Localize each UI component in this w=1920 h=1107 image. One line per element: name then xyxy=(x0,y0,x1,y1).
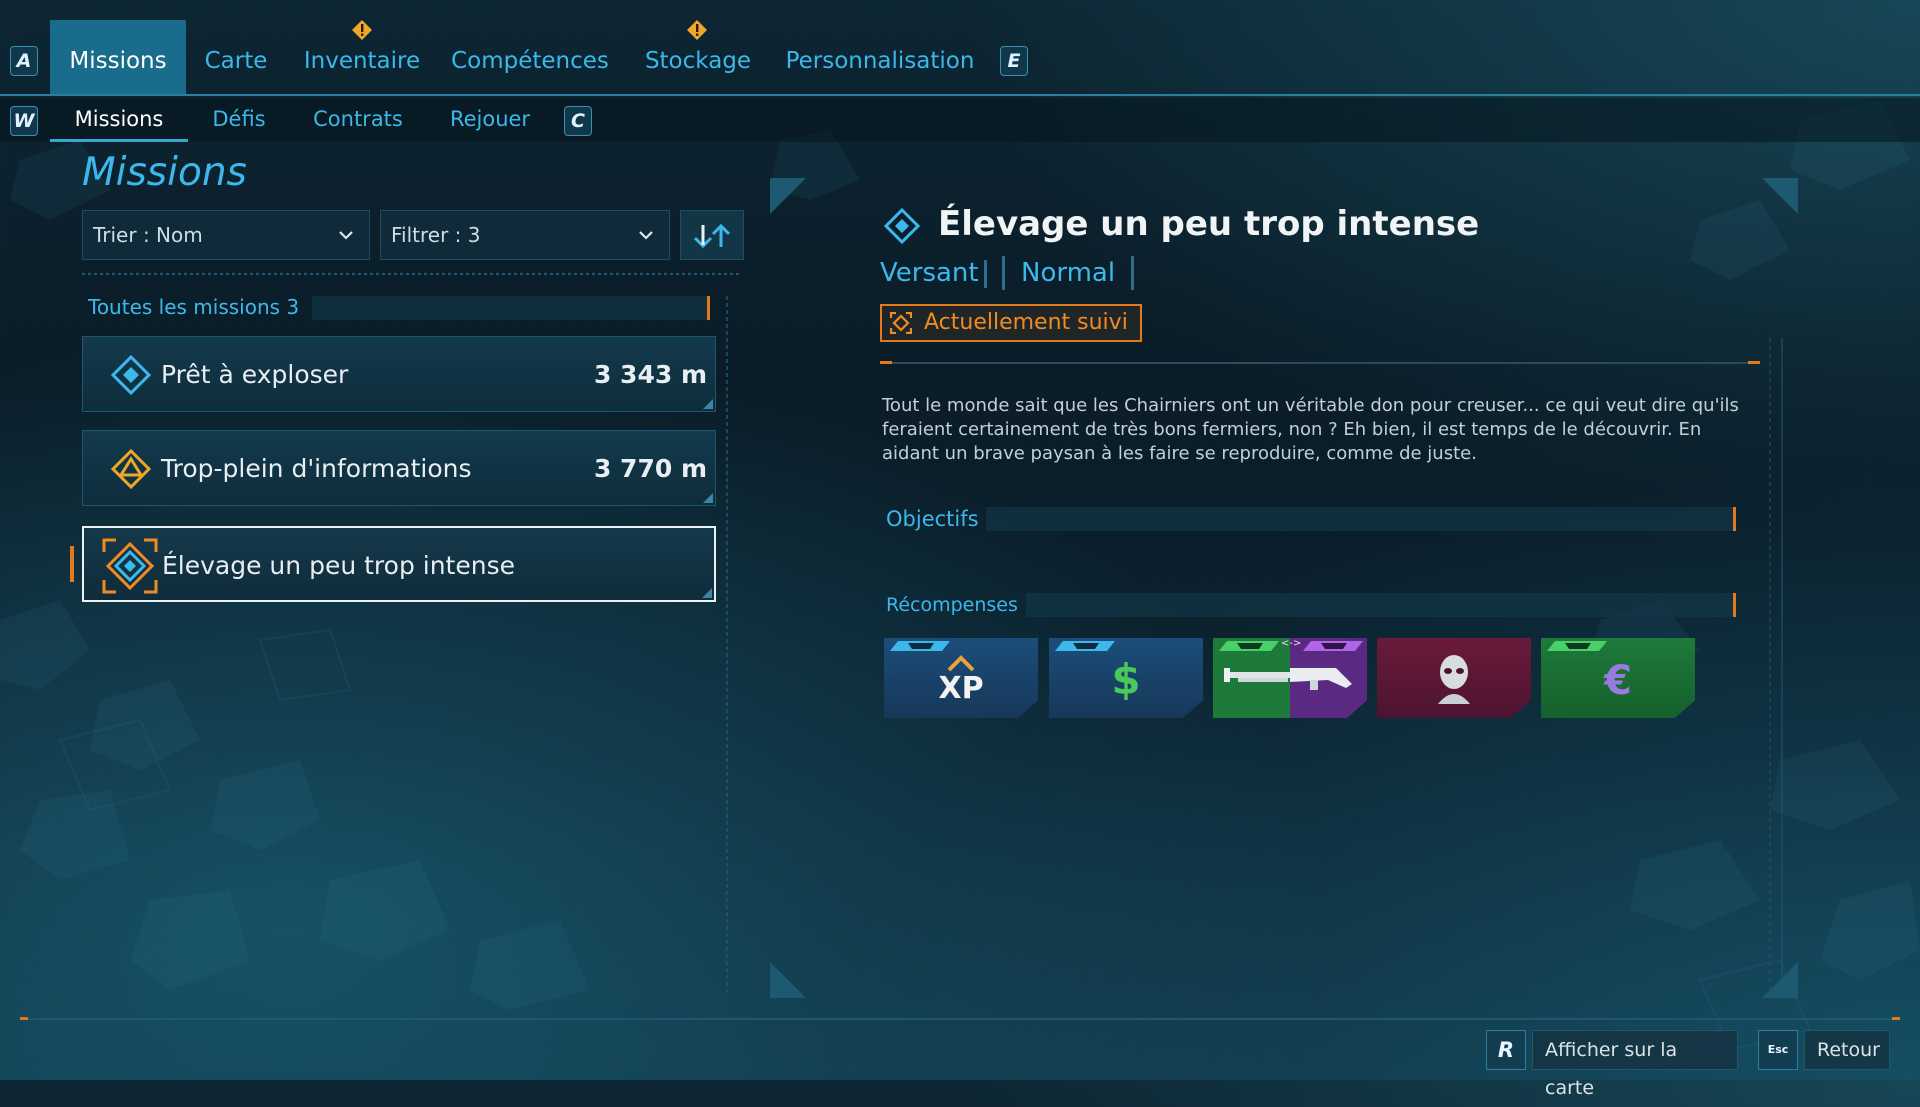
subtab-defis[interactable]: Défis xyxy=(204,98,274,142)
mission-title: Élevage un peu trop intense xyxy=(938,204,1480,244)
reward-weapon[interactable]: <-> xyxy=(1213,638,1367,718)
shotgun-icon xyxy=(1224,668,1352,690)
mission-distance: 3 770 m xyxy=(593,454,707,483)
filter-label: Filtrer : 3 xyxy=(391,223,481,247)
reward-xp[interactable]: XP xyxy=(884,638,1038,718)
objectives-label: Objectifs xyxy=(886,507,979,531)
mission-name: Élevage un peu trop intense xyxy=(162,551,515,580)
sub-navigation xyxy=(0,98,1920,142)
sort-dropdown[interactable]: Trier : Nom xyxy=(82,210,370,260)
escape-key[interactable]: Esc xyxy=(1758,1030,1798,1070)
tab-personnalisation[interactable]: Personnalisation xyxy=(780,20,980,94)
svg-text:XP: XP xyxy=(938,671,983,706)
filter-dropdown[interactable]: Filtrer : 3 xyxy=(380,210,670,260)
mission-item[interactable]: Trop-plein d'informations 3 770 m xyxy=(82,430,716,506)
meta-divider xyxy=(984,260,987,288)
mission-name: Prêt à exploser xyxy=(161,360,349,389)
tracked-label: Actuellement suivi xyxy=(924,310,1128,335)
rewards-label: Récompenses xyxy=(886,594,1018,616)
tracked-badge[interactable]: Actuellement suivi xyxy=(880,304,1142,342)
rewards-header[interactable]: Récompenses xyxy=(880,592,1736,618)
sort-order-button[interactable] xyxy=(680,210,744,260)
mission-zone: Versant xyxy=(880,258,979,288)
chevron-down-icon xyxy=(639,231,653,240)
xp-icon: XP xyxy=(938,655,984,706)
main-mission-icon xyxy=(111,449,151,489)
rewards-bar xyxy=(1026,593,1736,617)
tab-competences[interactable]: Compétences xyxy=(448,20,612,94)
storage-alert-icon xyxy=(687,20,707,40)
detail-frame xyxy=(770,178,1798,998)
sort-label: Trier : Nom xyxy=(93,223,203,247)
tracked-mission-icon xyxy=(102,538,158,594)
objectives-header[interactable]: Objectifs xyxy=(880,506,1736,532)
side-mission-icon xyxy=(111,355,151,395)
mission-name: Trop-plein d'informations xyxy=(161,454,472,483)
head-icon xyxy=(1438,655,1470,704)
tab-carte[interactable]: Carte xyxy=(196,20,276,94)
sort-arrows-icon xyxy=(693,223,731,249)
footer-divider xyxy=(20,1017,1900,1020)
corner-mark-icon xyxy=(703,493,713,503)
show-on-map-button[interactable]: Afficher sur la carte xyxy=(1532,1030,1738,1099)
tab-missions[interactable]: Missions xyxy=(50,20,186,94)
mission-distance: 3 343 m xyxy=(593,360,707,389)
list-scrollbar[interactable] xyxy=(722,296,732,996)
next-tab-key[interactable]: E xyxy=(1000,46,1028,76)
objectives-bar xyxy=(986,507,1736,531)
selection-marker xyxy=(70,546,74,582)
mission-group-header[interactable]: Toutes les missions 3 xyxy=(82,294,714,320)
svg-text:€: € xyxy=(1603,658,1632,704)
reward-eridium[interactable]: € xyxy=(1541,638,1695,718)
side-mission-icon xyxy=(884,208,920,244)
page-title: Missions xyxy=(82,150,247,195)
prev-subtab-key[interactable]: W xyxy=(10,106,38,136)
mission-description: Tout le monde sait que les Chairniers on… xyxy=(882,395,1739,464)
corner-mark-icon xyxy=(702,588,712,598)
mission-difficulty: Normal xyxy=(1002,256,1135,290)
top-nav-divider xyxy=(0,94,1920,96)
reward-cosmetic-head[interactable] xyxy=(1377,638,1531,718)
detail-divider xyxy=(880,361,1760,364)
tracking-icon xyxy=(890,312,912,334)
corner-mark-icon xyxy=(703,399,713,409)
prev-tab-key[interactable]: A xyxy=(10,46,38,76)
dotted-divider xyxy=(82,273,742,275)
group-label: Toutes les missions 3 xyxy=(88,295,300,319)
next-subtab-key[interactable]: C xyxy=(564,106,592,136)
eridium-icon: € xyxy=(1603,658,1632,704)
mission-item[interactable]: Prêt à exploser 3 343 m xyxy=(82,336,716,412)
mission-item-selected[interactable]: Élevage un peu trop intense xyxy=(82,526,716,602)
money-icon: $ xyxy=(1111,655,1140,704)
map-key[interactable]: R xyxy=(1486,1030,1526,1070)
reward-money[interactable]: $ xyxy=(1049,638,1203,718)
subtab-contrats[interactable]: Contrats xyxy=(306,98,410,142)
subtab-missions[interactable]: Missions xyxy=(50,98,188,142)
subtab-rejouer[interactable]: Rejouer xyxy=(446,98,534,142)
group-header-bar xyxy=(312,296,710,320)
chevron-down-icon xyxy=(339,231,353,240)
svg-text:$: $ xyxy=(1111,655,1140,704)
inventory-alert-icon xyxy=(352,20,372,40)
back-button[interactable]: Retour xyxy=(1804,1030,1890,1070)
